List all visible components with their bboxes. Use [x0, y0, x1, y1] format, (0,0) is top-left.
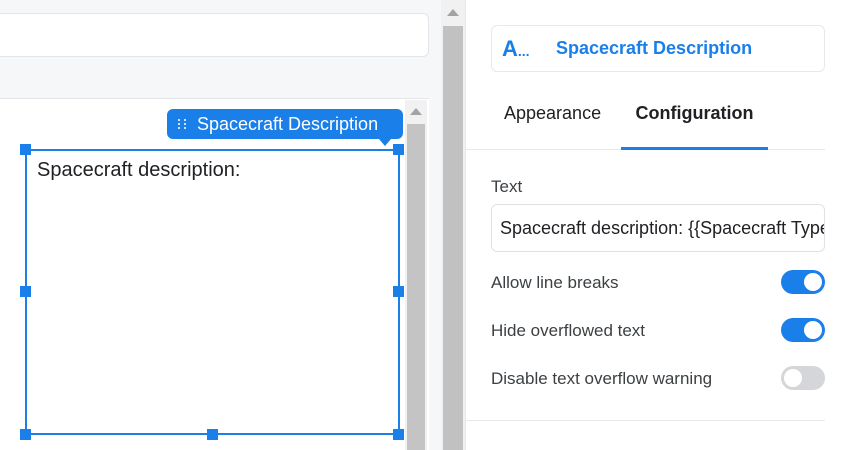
resize-handle-bottom-right[interactable] — [393, 429, 404, 440]
allow-line-breaks-label: Allow line breaks — [491, 273, 619, 292]
canvas-area: Spacecraft description: Spacecraft Descr… — [0, 0, 441, 450]
scrollbar-thumb[interactable] — [407, 124, 425, 450]
resize-handle-right[interactable] — [393, 286, 404, 297]
tab-configuration[interactable]: Configuration — [621, 103, 768, 150]
text-type-icon: A... — [502, 35, 530, 61]
allow-line-breaks-toggle[interactable] — [781, 270, 825, 294]
properties-panel: A... Spacecraft Description Appearance C… — [465, 0, 849, 450]
text-input[interactable]: Spacecraft description: {{Spacecraft Typ… — [491, 204, 825, 252]
component-name-tag-label: Spacecraft Description — [197, 113, 379, 134]
text-component-content: Spacecraft description: — [37, 159, 241, 181]
disable-overflow-warning-label: Disable text overflow warning — [491, 369, 713, 388]
scroll-up-arrow-icon[interactable] — [410, 108, 422, 115]
disable-overflow-warning-toggle[interactable] — [781, 366, 825, 390]
tab-appearance[interactable]: Appearance — [504, 103, 601, 149]
resize-handle-bottom[interactable] — [207, 429, 218, 440]
component-title[interactable]: Spacecraft Description — [556, 38, 752, 59]
text-component[interactable]: Spacecraft description: — [25, 149, 400, 435]
tag-pointer — [379, 139, 391, 146]
hide-overflowed-text-label: Hide overflowed text — [491, 321, 646, 340]
resize-handle-top-left[interactable] — [20, 144, 31, 155]
component-header: A... Spacecraft Description — [491, 25, 825, 72]
drag-grip-icon[interactable] — [178, 119, 187, 129]
hide-overflowed-text-toggle[interactable] — [781, 318, 825, 342]
section-divider — [466, 420, 825, 421]
scrollbar-thumb[interactable] — [443, 26, 463, 450]
top-field[interactable] — [0, 13, 429, 57]
scroll-up-arrow-icon[interactable] — [447, 9, 459, 16]
resize-handle-bottom-left[interactable] — [20, 429, 31, 440]
resize-handle-top-right[interactable] — [393, 144, 404, 155]
component-name-tag[interactable]: Spacecraft Description — [167, 109, 403, 146]
main-scrollbar[interactable] — [441, 0, 465, 450]
resize-handle-left[interactable] — [20, 286, 31, 297]
canvas-scrollbar[interactable] — [405, 100, 427, 450]
panel-tabs: Appearance Configuration — [466, 95, 825, 150]
text-field-label: Text — [491, 177, 523, 196]
